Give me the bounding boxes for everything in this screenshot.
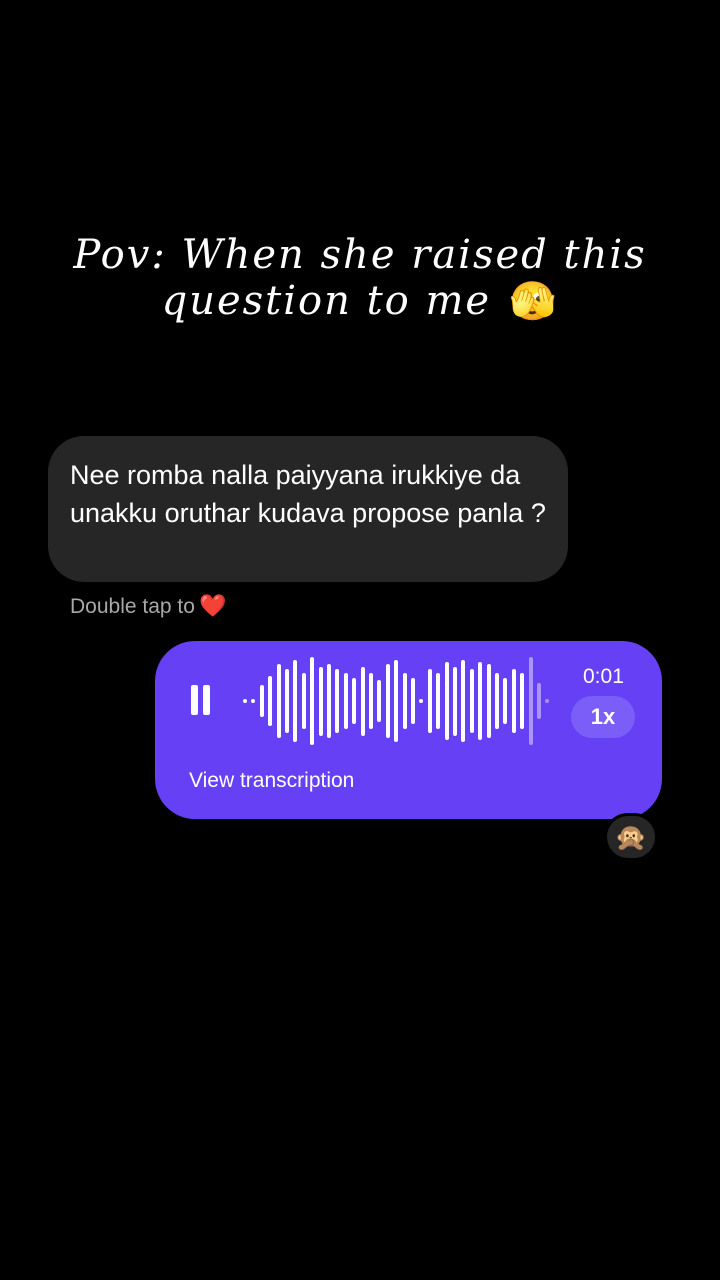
waveform-bar: [469, 668, 474, 734]
waveform-bar: [419, 698, 424, 704]
speak-no-evil-monkey-icon: 🙊: [614, 822, 648, 852]
waveform-bar: [259, 684, 264, 718]
waveform-bar: [495, 673, 499, 729]
waveform-bar: [511, 668, 516, 734]
voice-message-bubble[interactable]: 0:01 1x View transcription: [155, 641, 662, 819]
waveform-bar: [461, 659, 466, 743]
waveform-bar: [486, 664, 491, 738]
waveform-bar: [243, 698, 247, 704]
waveform-bar: [411, 678, 415, 724]
view-transcription-link[interactable]: View transcription: [189, 769, 354, 793]
waveform-bar: [360, 666, 365, 736]
waveform-bar: [293, 659, 298, 743]
waveform-bar: [310, 657, 315, 745]
double-tap-label: Double tap to: [70, 595, 195, 618]
waveform-bar: [478, 661, 483, 741]
voice-duration: 0:01: [583, 665, 624, 688]
waveform-bar: [369, 673, 373, 729]
waveform-bar: [427, 668, 432, 734]
incoming-message-bubble[interactable]: Nee romba nalla paiyyana irukkiye da una…: [48, 436, 568, 582]
pause-icon-bar-left: [191, 685, 198, 715]
waveform-bar: [285, 668, 289, 734]
pause-icon-bar-right: [203, 685, 210, 715]
waveform-bar: [545, 698, 550, 704]
waveform-bar: [394, 659, 399, 743]
waveform-bar: [537, 682, 541, 720]
waveform-bar: [402, 673, 407, 729]
waveform-bar: [335, 668, 340, 734]
heart-icon: ❤️: [198, 593, 227, 618]
pause-button[interactable]: [189, 685, 213, 715]
waveform-bar: [520, 673, 525, 729]
waveform-bar: [343, 673, 348, 729]
waveform-bar: [453, 666, 457, 736]
waveform-bar: [301, 673, 306, 729]
waveform-bar: [251, 698, 256, 704]
caption-line-2: question to me 🫣: [60, 278, 660, 324]
waveform-bar: [436, 673, 441, 729]
playback-speed-button[interactable]: 1x: [571, 696, 635, 738]
waveform-bar: [528, 657, 533, 745]
incoming-message-text: Nee romba nalla paiyyana irukkiye da una…: [70, 460, 546, 528]
waveform-bar: [327, 664, 331, 738]
double-tap-hint: Double tap to ❤️: [70, 592, 226, 621]
story-caption: Pov: When she raised this question to me…: [60, 232, 660, 324]
waveform-bar: [444, 661, 449, 741]
reaction-badge[interactable]: 🙊: [604, 813, 658, 861]
face-peeking-icon: 🫣: [509, 279, 559, 323]
caption-line-1: Pov: When she raised this: [73, 232, 647, 278]
caption-line-2-text: question to me: [161, 278, 492, 324]
waveform-bar: [385, 664, 390, 738]
waveform-bar: [318, 666, 323, 736]
waveform-bar: [352, 678, 357, 724]
waveform-bar: [268, 675, 273, 727]
waveform-bar: [276, 664, 281, 738]
waveform-bar: [377, 680, 382, 722]
audio-waveform[interactable]: [243, 655, 563, 747]
waveform-bar: [503, 678, 508, 724]
